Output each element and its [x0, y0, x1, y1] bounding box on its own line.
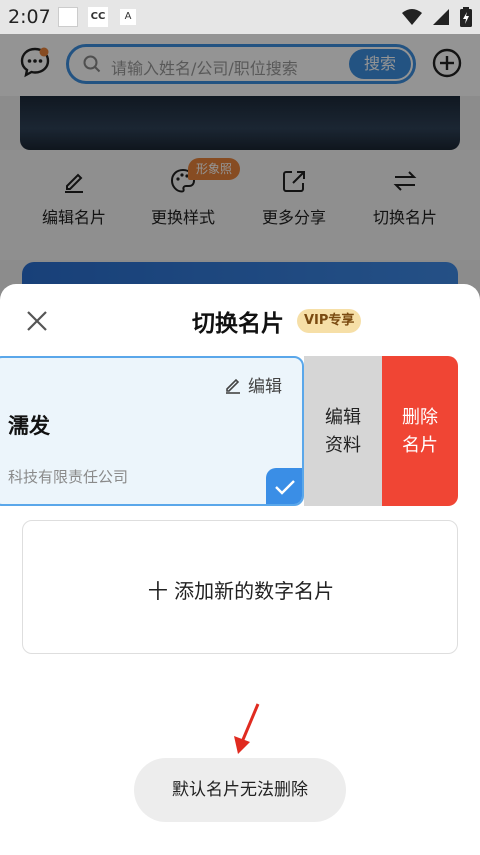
switch-card-sheet: 切换名片 VIP专享 编辑 濡发 科技有限责任公司 编辑 资料 删除 名片 十 添加… — [0, 284, 480, 855]
status-time: 2:07 — [8, 6, 51, 28]
delete-card-button[interactable]: 删除 名片 — [382, 356, 458, 506]
font-icon: A — [120, 9, 136, 25]
business-card-item[interactable]: 编辑 濡发 科技有限责任公司 — [0, 356, 304, 506]
notification-icon — [58, 7, 78, 27]
card-edit-link[interactable]: 编辑 — [224, 372, 282, 397]
battery-icon — [460, 7, 472, 27]
status-icons — [402, 7, 472, 27]
add-new-card-button[interactable]: 十 添加新的数字名片 — [22, 520, 458, 654]
captions-icon: CC — [88, 7, 108, 27]
selected-check — [266, 468, 302, 504]
vip-badge: VIP专享 — [297, 309, 362, 333]
status-bar: 2:07 CC A — [0, 0, 480, 34]
edit-profile-button[interactable]: 编辑 资料 — [304, 356, 382, 506]
red-arrow-annotation — [234, 703, 260, 754]
check-icon — [275, 480, 295, 495]
toast-message: 默认名片无法删除 — [134, 758, 346, 822]
edit-icon — [226, 378, 240, 394]
card-company: 科技有限责任公司 — [8, 468, 129, 486]
add-new-card-label: 十 添加新的数字名片 — [147, 579, 335, 603]
wifi-icon — [402, 9, 422, 25]
card-edit-label: 编辑 — [248, 377, 282, 397]
card-name: 濡发 — [8, 414, 50, 438]
signal-icon — [433, 9, 449, 25]
close-icon[interactable] — [26, 310, 48, 332]
sheet-title: 切换名片 — [192, 311, 284, 337]
